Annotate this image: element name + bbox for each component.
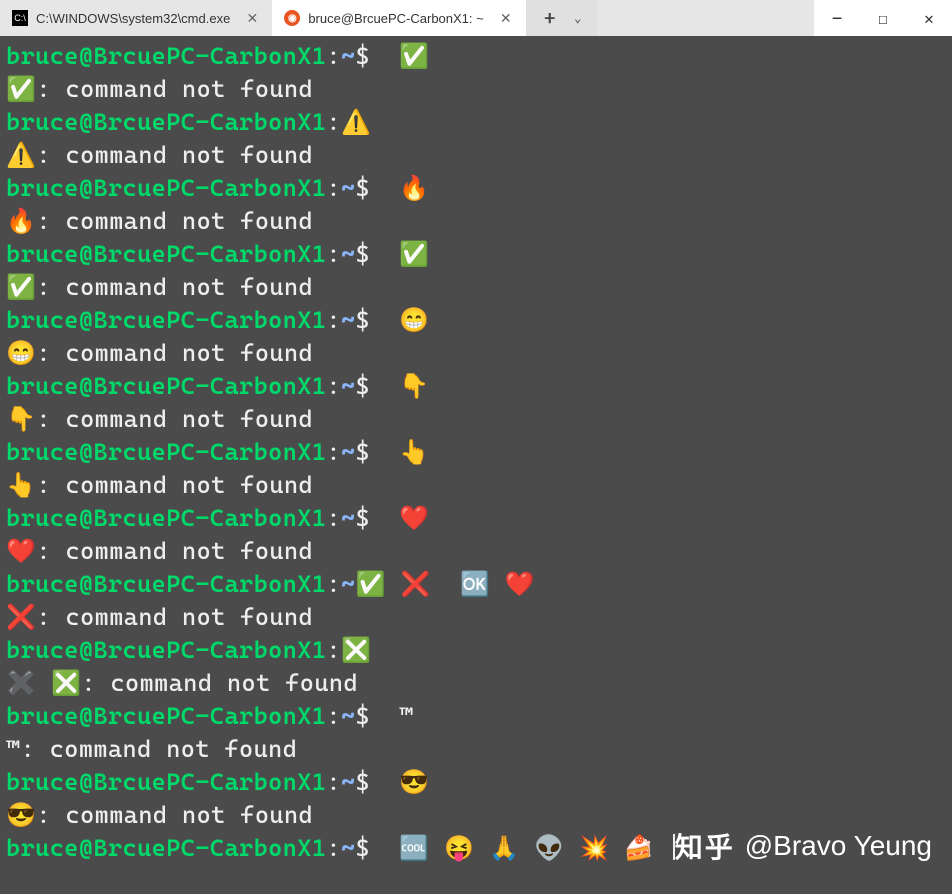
terminal-line: 🔥: command not found bbox=[6, 205, 946, 238]
ubuntu-icon: ◉ bbox=[284, 10, 300, 26]
terminal-line: bruce@BrcuePC-CarbonX1:~$ ❤️ bbox=[6, 502, 946, 535]
terminal-line: bruce@BrcuePC-CarbonX1:~$ 👇 bbox=[6, 370, 946, 403]
title-bar-drag-area[interactable] bbox=[598, 0, 814, 36]
terminal-line: 😁: command not found bbox=[6, 337, 946, 370]
terminal-line: ❌: command not found bbox=[6, 601, 946, 634]
terminal-line: 😎: command not found bbox=[6, 799, 946, 832]
terminal-line: bruce@BrcuePC-CarbonX1:❎ bbox=[6, 634, 946, 667]
tab-strip: C:\ C:\WINDOWS\system32\cmd.exe ✕ ◉ bruc… bbox=[0, 0, 526, 36]
terminal-line: bruce@BrcuePC-CarbonX1:~$ 😁 bbox=[6, 304, 946, 337]
tab-title: C:\WINDOWS\system32\cmd.exe bbox=[36, 11, 230, 26]
maximize-button[interactable]: ☐ bbox=[860, 2, 906, 34]
terminal-line: bruce@BrcuePC-CarbonX1:~$ 😎 bbox=[6, 766, 946, 799]
terminal-line: 👇: command not found bbox=[6, 403, 946, 436]
tab-title: bruce@BrcuePC-CarbonX1: ~ bbox=[308, 11, 483, 26]
close-tab-icon[interactable]: ✕ bbox=[498, 10, 514, 26]
tab-dropdown-button[interactable]: ⌄ bbox=[566, 2, 590, 34]
close-window-button[interactable]: ✕ bbox=[906, 2, 952, 34]
terminal-line: bruce@BrcuePC-CarbonX1:⚠️ bbox=[6, 106, 946, 139]
minimize-button[interactable]: — bbox=[814, 2, 860, 34]
window-controls: — ☐ ✕ bbox=[814, 0, 952, 36]
terminal-line: bruce@BrcuePC-CarbonX1:~$ ✅ bbox=[6, 40, 946, 73]
terminal-line: bruce@BrcuePC-CarbonX1:~$ ✅ bbox=[6, 238, 946, 271]
tab-ubuntu[interactable]: ◉ bruce@BrcuePC-CarbonX1: ~ ✕ bbox=[272, 0, 525, 36]
terminal-output[interactable]: bruce@BrcuePC-CarbonX1:~$ ✅✅: command no… bbox=[0, 36, 952, 894]
terminal-line: bruce@BrcuePC-CarbonX1:~$ 🔥 bbox=[6, 172, 946, 205]
terminal-line: ⚠️: command not found bbox=[6, 139, 946, 172]
tab-cmd[interactable]: C:\ C:\WINDOWS\system32\cmd.exe ✕ bbox=[0, 0, 272, 36]
terminal-line: bruce@BrcuePC-CarbonX1:~✅ ❌ 🆗 ❤️ bbox=[6, 568, 946, 601]
terminal-line: bruce@BrcuePC-CarbonX1:~$ 🆒 😝 🙏 👽 💥 🍰 bbox=[6, 832, 946, 865]
terminal-line: 👆: command not found bbox=[6, 469, 946, 502]
terminal-line: bruce@BrcuePC-CarbonX1:~$ ™ bbox=[6, 700, 946, 733]
new-tab-area: + ⌄ bbox=[526, 0, 598, 36]
close-tab-icon[interactable]: ✕ bbox=[244, 10, 260, 26]
new-tab-button[interactable]: + bbox=[534, 2, 566, 34]
title-bar: C:\ C:\WINDOWS\system32\cmd.exe ✕ ◉ bruc… bbox=[0, 0, 952, 36]
terminal-line: ✅: command not found bbox=[6, 73, 946, 106]
terminal-line: ✅: command not found bbox=[6, 271, 946, 304]
terminal-line: ❤️: command not found bbox=[6, 535, 946, 568]
terminal-line: bruce@BrcuePC-CarbonX1:~$ 👆 bbox=[6, 436, 946, 469]
terminal-line: ™: command not found bbox=[6, 733, 946, 766]
cmd-icon: C:\ bbox=[12, 10, 28, 26]
terminal-line: ✖️ ❎: command not found bbox=[6, 667, 946, 700]
